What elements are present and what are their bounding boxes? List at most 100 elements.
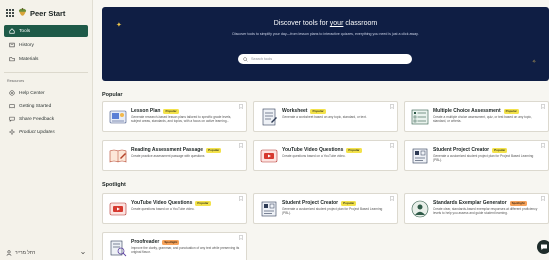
- chevron-down-icon[interactable]: [80, 250, 86, 256]
- card-description: Create practice assessment passage with …: [131, 154, 205, 158]
- card-title: Student Project Creator Popular: [282, 200, 357, 206]
- sidebar-item-help-center[interactable]: Help Center: [4, 87, 88, 99]
- card-title: YouTube Video Questions Popular: [131, 200, 211, 206]
- hero-title-emphasis: your: [329, 20, 344, 27]
- tool-card-lesson-plan[interactable]: Lesson Plan Popular Generate research-bas…: [102, 101, 247, 132]
- sidebar-item-label: Materials: [19, 56, 39, 62]
- card-description: Create clear, standards-based exemplar r…: [433, 207, 538, 216]
- card-description: Create questions based on a YouTube vide…: [282, 154, 346, 158]
- exemplar-illustration-icon: [411, 200, 429, 218]
- tool-card-youtube-video-questions[interactable]: YouTube Video Questions Popular Create qu…: [253, 140, 398, 171]
- chat-icon: [541, 244, 547, 250]
- card-description: Improve the clarity, grammar, and punctu…: [131, 246, 240, 255]
- sidebar-item-product-updates[interactable]: Product Updates: [4, 126, 88, 138]
- tool-card-student-project-creator[interactable]: Student Project Creator Popular Generate …: [404, 140, 549, 171]
- bookmark-icon[interactable]: [541, 196, 545, 201]
- user-name: רחל מרייר: [15, 250, 36, 256]
- card-title: Worksheet Popular: [282, 108, 326, 114]
- card-description: Generate a customized student project pl…: [282, 207, 383, 216]
- project-illustration-icon: [261, 201, 277, 217]
- search-icon: [243, 56, 248, 62]
- tool-card-reading-assessment-passage[interactable]: Reading Assessment Passage Popular Create…: [102, 140, 247, 171]
- bookmark-icon[interactable]: [239, 235, 243, 240]
- card-title: YouTube Video Questions Popular: [282, 147, 362, 153]
- help-icon: [8, 90, 15, 97]
- card-title-text: Standards Exemplar Generator: [433, 200, 507, 206]
- popular-badge: Popular: [346, 147, 362, 153]
- hero-title-suffix: classroom: [343, 20, 378, 27]
- popular-badge: Popular: [163, 108, 179, 114]
- brand: Peer Start: [6, 7, 65, 19]
- hero-banner: ✦ ✧ Discover tools for your classroom Di…: [102, 7, 549, 81]
- search-input[interactable]: [251, 57, 401, 61]
- youtube-illustration-icon: [109, 202, 127, 216]
- secondary-nav: Help Center Getting Started Share Feedba…: [4, 87, 88, 138]
- lesson-plan-illustration-icon: [109, 110, 127, 124]
- card-title-text: Multiple Choice Assessment: [433, 108, 501, 114]
- card-description: Generate a customized student project pl…: [433, 154, 534, 163]
- popular-badge: Popular: [310, 108, 326, 114]
- popular-badge: Popular: [503, 108, 519, 114]
- search-bar[interactable]: [238, 54, 412, 64]
- sidebar-item-getting-started[interactable]: Getting Started: [4, 100, 88, 112]
- bookmark-icon[interactable]: [541, 104, 545, 109]
- tool-card-multiple-choice-assessment[interactable]: Multiple Choice Assessment Popular Create…: [404, 101, 549, 132]
- tool-card-standards-exemplar-generator[interactable]: Standards Exemplar Generator Spotlight Cr…: [404, 193, 549, 224]
- sidebar-item-history[interactable]: History: [4, 39, 88, 51]
- grid-icon[interactable]: [6, 9, 14, 17]
- popular-badge: Popular: [341, 200, 357, 206]
- card-title-text: Lesson Plan: [131, 108, 161, 114]
- app-name: Peer Start: [30, 8, 66, 18]
- bookmark-icon[interactable]: [390, 196, 394, 201]
- hero-title-prefix: Discover tools for: [273, 20, 330, 27]
- sidebar-item-label: Tools: [19, 28, 31, 34]
- sidebar-item-materials[interactable]: Materials: [4, 53, 88, 65]
- card-description: Create a multiple choice assessment, qui…: [433, 115, 532, 124]
- folder-icon: [8, 56, 15, 63]
- hero-title: Discover tools for your classroom: [102, 20, 549, 27]
- book-icon: [8, 103, 15, 110]
- popular-badge: Popular: [492, 147, 508, 153]
- card-title-text: YouTube Video Questions: [131, 200, 193, 206]
- bookmark-icon[interactable]: [239, 104, 243, 109]
- card-title: Student Project Creator Popular: [433, 147, 508, 153]
- popular-badge: Popular: [206, 147, 222, 153]
- card-title-text: Student Project Creator: [433, 147, 490, 153]
- popular-badge: Popular: [195, 200, 211, 206]
- card-title-text: YouTube Video Questions: [282, 147, 344, 153]
- tool-card-worksheet[interactable]: Worksheet Popular Generate a worksheet ba…: [253, 101, 398, 132]
- feedback-icon: [8, 116, 15, 123]
- project-illustration-icon: [412, 148, 428, 164]
- chat-launcher-button[interactable]: [537, 240, 549, 254]
- section-title-spotlight: Spotlight: [102, 182, 126, 188]
- sidebar-item-tools[interactable]: Tools: [4, 25, 88, 37]
- card-title: Reading Assessment Passage Popular: [131, 147, 222, 153]
- tool-card-youtube-video-questions[interactable]: YouTube Video Questions Popular Create qu…: [102, 193, 247, 224]
- bookmark-icon[interactable]: [239, 143, 243, 148]
- card-title-text: Reading Assessment Passage: [131, 147, 204, 153]
- card-title-text: Worksheet: [282, 108, 308, 114]
- tool-card-proofreader[interactable]: Proofreader Spotlight Improve the clarity…: [102, 232, 247, 260]
- bookmark-icon[interactable]: [541, 143, 545, 148]
- sparkle-icon: [8, 129, 15, 136]
- card-description: Generate a worksheet based on any topic,…: [282, 115, 367, 119]
- reading-passage-illustration-icon: [109, 149, 127, 163]
- card-title: Multiple Choice Assessment Popular: [433, 108, 519, 114]
- spotlight-badge: Spotlight: [162, 239, 180, 245]
- resources-label: Resources: [7, 79, 25, 83]
- bookmark-icon[interactable]: [390, 143, 394, 148]
- sidebar-item-label: Product Updates: [19, 129, 55, 135]
- sidebar-item-label: Help Center: [19, 90, 45, 96]
- sidebar-item-label: Share Feedback: [19, 116, 55, 122]
- sidebar-item-share-feedback[interactable]: Share Feedback: [4, 113, 88, 125]
- card-title: Standards Exemplar Generator Spotlight: [433, 200, 527, 206]
- bookmark-icon[interactable]: [239, 196, 243, 201]
- card-description: Create questions based on a YouTube vide…: [131, 207, 195, 211]
- card-description: Generate research-based lesson plans tai…: [131, 115, 232, 124]
- user-menu[interactable]: רחל מרייר: [6, 250, 35, 256]
- section-title-popular: Popular: [102, 92, 123, 98]
- bookmark-icon[interactable]: [390, 104, 394, 109]
- person-icon: [6, 250, 12, 256]
- tool-card-student-project-creator[interactable]: Student Project Creator Popular Generate …: [253, 193, 398, 224]
- main-content: ✦ ✧ Discover tools for your classroom Di…: [93, 0, 549, 260]
